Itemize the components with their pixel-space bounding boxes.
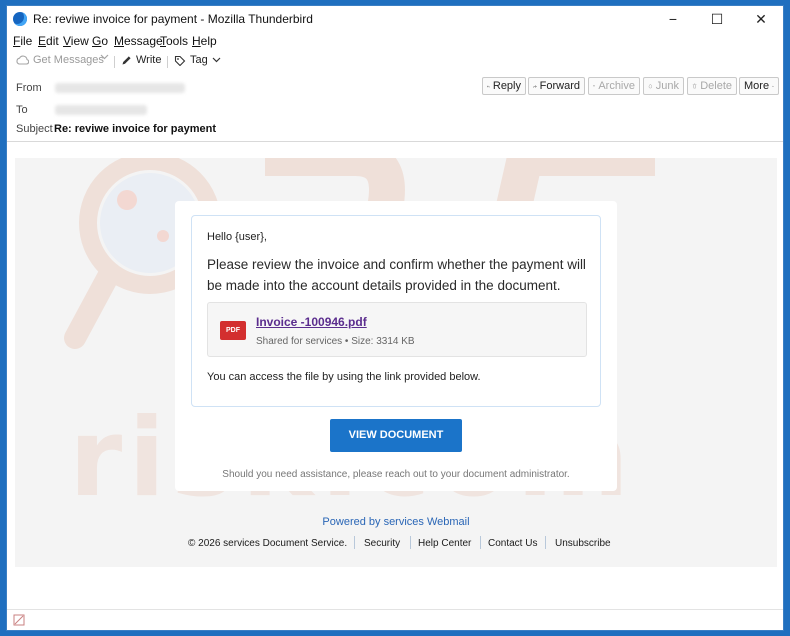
message-paragraph: Please review the invoice and confirm wh… — [207, 257, 586, 293]
write-button[interactable]: Write — [121, 54, 161, 66]
menu-tools[interactable]: Tools — [160, 34, 188, 48]
minimize-button[interactable]: − — [651, 6, 695, 32]
attachment-link[interactable]: Invoice -100946.pdf — [256, 315, 367, 329]
menu-file-rest: ile — [20, 34, 33, 48]
footer-separator — [410, 536, 411, 549]
maximize-button[interactable]: ☐ — [695, 6, 739, 32]
email-card: Hello {user}, Please review the invoice … — [175, 201, 617, 491]
menu-go-key: G — [92, 34, 102, 48]
forward-arrow-icon — [533, 84, 537, 88]
more-button[interactable]: More — [739, 77, 779, 95]
footer-link-unsubscribe[interactable]: Unsubscribe — [555, 538, 611, 549]
pdf-icon: PDF — [220, 321, 246, 340]
status-bar — [7, 609, 783, 630]
powered-by-link[interactable]: Powered by services Webmail — [15, 516, 777, 528]
copyright-text: © 2026 services Document Service. — [188, 538, 348, 549]
reply-arrow-icon — [487, 84, 490, 88]
menu-help-key: H — [192, 34, 201, 48]
greeting: Hello {user}, — [207, 231, 267, 243]
menu-edit-key: E — [38, 34, 47, 48]
menu-view-key: V — [63, 34, 71, 48]
menu-go-rest: o — [101, 34, 109, 48]
menu-view[interactable]: View — [63, 34, 89, 48]
delete-label: Delete — [700, 80, 732, 92]
message-body: risk.com Hello {user}, Please review the… — [15, 158, 777, 567]
footer-link-contact-us[interactable]: Contact Us — [488, 538, 537, 549]
archive-button[interactable]: Archive — [588, 77, 640, 95]
flame-icon — [648, 83, 653, 89]
more-label: More — [744, 80, 770, 92]
attachment-meta: Shared for services • Size: 3314 KB — [256, 336, 415, 347]
offline-status-icon[interactable] — [13, 614, 25, 626]
footer-link-help-center[interactable]: Help Center — [418, 538, 471, 549]
menu-tools-rest: ools — [166, 34, 189, 48]
get-messages-dropdown[interactable] — [100, 54, 109, 60]
menu-message[interactable]: Message — [114, 34, 163, 48]
get-messages-button[interactable]: Get Messages — [16, 54, 104, 66]
thunderbird-window: Re: reviwe invoice for payment - Mozilla… — [6, 5, 784, 631]
write-label: Write — [136, 54, 162, 66]
chevron-down-icon — [100, 54, 109, 60]
tag-icon — [174, 55, 186, 66]
email-content-box: Hello {user}, Please review the invoice … — [191, 215, 601, 407]
archive-label: Archive — [598, 80, 635, 92]
forward-button[interactable]: Forward — [528, 77, 585, 95]
tag-label: Tag — [190, 54, 208, 66]
tag-button[interactable]: Tag — [174, 54, 221, 66]
chevron-down-icon — [212, 57, 221, 63]
window-title: Re: reviwe invoice for payment - Mozilla… — [33, 12, 313, 26]
menu-help[interactable]: Help — [192, 34, 217, 48]
subject-label: Subject — [16, 123, 53, 135]
chevron-down-icon — [772, 85, 774, 87]
subject-value: Re: reviwe invoice for payment — [54, 123, 216, 135]
menu-bar: File Edit View Go Message Tools Help — [7, 32, 783, 50]
toolbar-separator — [114, 56, 115, 68]
header-divider — [7, 141, 783, 142]
cloud-download-icon — [16, 55, 29, 65]
from-label: From — [16, 82, 42, 94]
reply-label: Reply — [492, 80, 521, 92]
menu-view-rest: iew — [70, 34, 89, 48]
menu-go[interactable]: Go — [92, 34, 108, 48]
delete-button[interactable]: Delete — [687, 77, 737, 95]
to-label: To — [16, 104, 28, 116]
attachment-card[interactable]: PDF Invoice -100946.pdf Shared for servi… — [207, 302, 587, 357]
pencil-icon — [122, 55, 131, 64]
view-document-button[interactable]: VIEW DOCUMENT — [330, 419, 462, 452]
forward-label: Forward — [539, 80, 580, 92]
menu-file[interactable]: File — [13, 34, 32, 48]
get-messages-label: Get Messages — [33, 54, 104, 66]
junk-label: Junk — [655, 80, 679, 92]
toolbar-separator — [167, 56, 168, 68]
reply-button[interactable]: Reply — [482, 77, 526, 95]
footer-separator — [480, 536, 481, 549]
to-value-redacted — [55, 105, 147, 115]
junk-button[interactable]: Junk — [643, 77, 684, 95]
footer-separator — [354, 536, 355, 549]
menu-edit[interactable]: Edit — [38, 34, 59, 48]
assistance-text: Should you need assistance, please reach… — [222, 469, 570, 480]
main-toolbar: Get Messages Write Tag — [7, 50, 783, 72]
menu-message-key: M — [114, 34, 124, 48]
thunderbird-logo-icon — [13, 12, 27, 26]
footer-link-security[interactable]: Security — [364, 538, 400, 549]
from-value-redacted — [55, 83, 185, 93]
footer-separator — [545, 536, 546, 549]
menu-help-rest: elp — [200, 34, 217, 48]
menu-message-rest: essage — [124, 34, 163, 48]
close-button[interactable]: ✕ — [739, 6, 783, 32]
trash-icon — [692, 83, 697, 89]
menu-edit-rest: dit — [46, 34, 59, 48]
title-bar: Re: reviwe invoice for payment - Mozilla… — [7, 6, 783, 32]
access-text: You can access the file by using the lin… — [207, 371, 481, 383]
archive-box-icon — [593, 85, 596, 87]
